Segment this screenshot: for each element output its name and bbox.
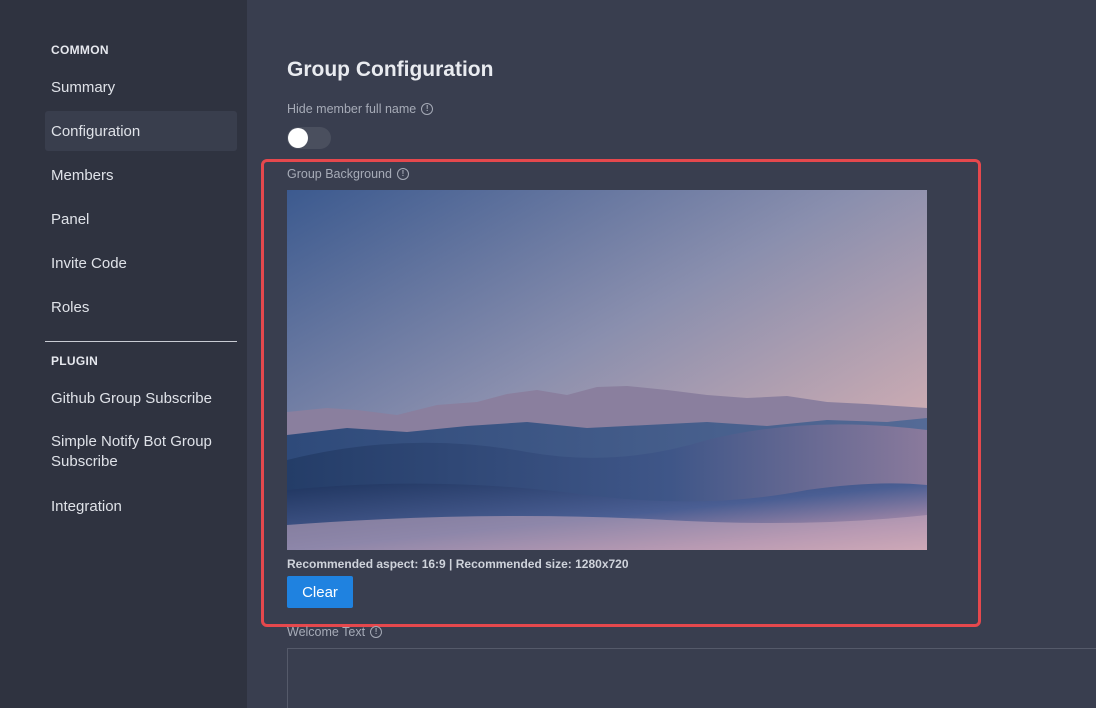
- section-title-common: COMMON: [51, 43, 109, 57]
- welcome-text-input[interactable]: [287, 648, 1096, 708]
- background-hint: Recommended aspect: 16:9 | Recommended s…: [287, 557, 629, 571]
- hide-member-label-text: Hide member full name: [287, 102, 417, 116]
- hide-member-toggle[interactable]: [287, 127, 331, 149]
- clear-button[interactable]: Clear: [287, 576, 353, 608]
- group-background-label: Group Background !: [287, 167, 409, 181]
- sidebar-item-panel[interactable]: Panel: [45, 199, 237, 239]
- sidebar-item-members[interactable]: Members: [45, 155, 237, 195]
- sidebar-divider: [45, 341, 237, 342]
- welcome-text-label-text: Welcome Text: [287, 625, 366, 639]
- info-circle-icon[interactable]: !: [396, 168, 409, 180]
- page-title: Group Configuration: [287, 58, 494, 81]
- sidebar-item-invite-code[interactable]: Invite Code: [45, 243, 237, 283]
- sidebar-item-configuration[interactable]: Configuration: [45, 111, 237, 151]
- toggle-knob: [288, 128, 308, 148]
- sidebar-item-summary[interactable]: Summary: [45, 67, 237, 107]
- section-title-plugin: PLUGIN: [51, 354, 99, 368]
- sidebar-item-roles[interactable]: Roles: [45, 287, 237, 327]
- sidebar-item-github-group-subscribe[interactable]: Github Group Subscribe: [45, 378, 237, 418]
- group-background-image[interactable]: [287, 190, 927, 550]
- sidebar-item-integration[interactable]: Integration: [45, 486, 237, 526]
- welcome-text-label: Welcome Text !: [287, 625, 383, 639]
- sidebar-item-simple-notify-bot[interactable]: Simple Notify Bot Group Subscribe: [45, 428, 237, 476]
- app-window: COMMON Summary Configuration Members Pan…: [0, 0, 1096, 708]
- info-circle-icon[interactable]: !: [421, 103, 434, 115]
- hide-member-label: Hide member full name !: [287, 102, 434, 116]
- group-background-label-text: Group Background: [287, 167, 392, 181]
- info-circle-icon[interactable]: !: [370, 626, 383, 638]
- sidebar: COMMON Summary Configuration Members Pan…: [0, 0, 247, 708]
